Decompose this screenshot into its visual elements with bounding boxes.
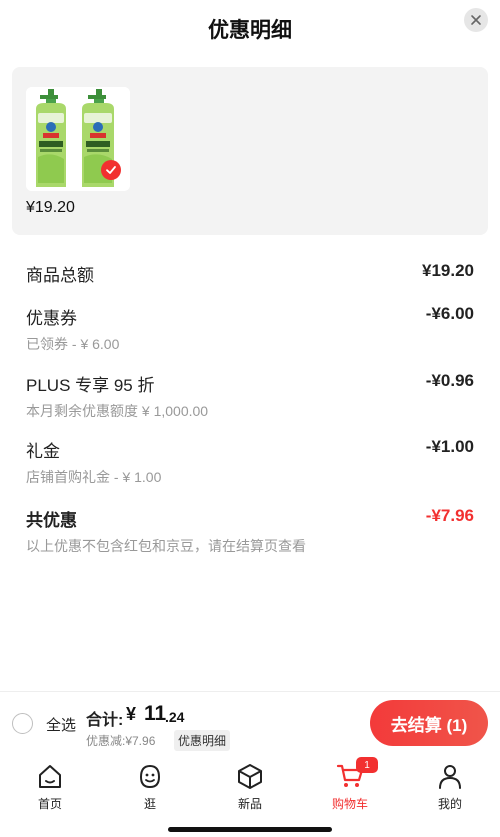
selected-check-badge[interactable] [101, 160, 121, 180]
checkmark-icon [106, 166, 116, 174]
product-card: ¥19.20 [12, 67, 488, 235]
tab-home[interactable]: 首页 [10, 761, 90, 812]
tab-label: 购物车 [331, 797, 368, 811]
stroll-face-icon [139, 764, 161, 789]
tab-label: 首页 [37, 797, 62, 811]
cart-count-badge: 1 [356, 757, 378, 773]
total-currency: ¥ [126, 704, 137, 724]
total-discount-label: 共优惠 [26, 511, 77, 530]
goods-total-label: 商品总额 [26, 266, 94, 285]
discount-detail-link[interactable]: 优惠明细 [174, 730, 231, 751]
tab-label: 我的 [437, 797, 462, 811]
plus-discount-label: PLUS 专享 95 折 [26, 376, 155, 395]
tab-label: 新品 [237, 797, 262, 811]
discount-detail-sheet: 优惠明细 ¥19.20 商品总额 ¥19.20 优惠券 -¥6.00 已领券 -… [0, 0, 500, 837]
total-amount-integer: 11 [144, 702, 167, 725]
gift-amount: -¥1.00 [425, 437, 474, 456]
checkout-button[interactable]: 去结算 (1) [370, 700, 488, 746]
discount-summary: 优惠减:¥7.96 [86, 734, 156, 748]
user-icon [439, 765, 461, 789]
plus-discount-sub: 本月剩余优惠额度 ¥ 1,000.00 [26, 403, 209, 419]
gift-label: 礼金 [26, 442, 60, 461]
total-discount-note: 以上优惠不包含红包和京豆，请在结算页查看 [26, 538, 306, 554]
close-icon [471, 15, 481, 25]
home-indicator [168, 827, 332, 832]
coupon-amount: -¥6.00 [425, 304, 474, 323]
total-label: 合计: [86, 712, 124, 729]
goods-total-amount: ¥19.20 [422, 261, 474, 280]
tab-cart[interactable]: 1 购物车 [310, 757, 390, 812]
gift-sub: 店铺首购礼金 - ¥ 1.00 [26, 469, 162, 485]
close-button[interactable] [464, 8, 488, 32]
sheet-title: 优惠明细 [208, 19, 292, 42]
select-all-label[interactable]: 全选 [46, 714, 76, 735]
plus-discount-amount: -¥0.96 [425, 371, 474, 390]
total-amount-decimal: .24 [165, 709, 185, 725]
tab-label: 逛 [143, 797, 156, 811]
tab-stroll[interactable]: 逛 [110, 761, 190, 812]
checkout-bar: 全选 合计: ¥ 11 .24 优惠减:¥7.96 优惠明细 去结算 (1) [0, 691, 500, 753]
tab-new[interactable]: 新品 [210, 761, 290, 812]
coupon-label: 优惠券 [26, 309, 77, 328]
bottom-tab-bar: 首页 逛 新品 1 购物车 我的 [0, 753, 500, 837]
product-price: ¥19.20 [26, 199, 75, 216]
tab-mine[interactable]: 我的 [410, 761, 490, 812]
coupon-sub: 已领券 - ¥ 6.00 [26, 336, 120, 352]
total-discount-amount: -¥7.96 [425, 506, 474, 525]
box-icon [238, 764, 262, 789]
home-icon [39, 765, 61, 788]
select-all-radio[interactable] [12, 713, 33, 734]
